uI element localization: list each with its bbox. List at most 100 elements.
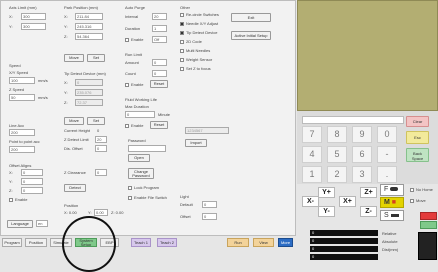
weight-sensor-checkbox[interactable] <box>180 58 184 62</box>
max-duration-input[interactable]: 0 <box>125 111 155 118</box>
camera-view[interactable] <box>297 0 438 111</box>
key-4[interactable]: 4 <box>302 146 322 163</box>
tip-set-button[interactable]: Set <box>87 117 105 125</box>
offset-z-input[interactable]: 0 <box>21 187 43 194</box>
alarm-button[interactable] <box>420 212 437 220</box>
password-label: Password <box>128 138 146 143</box>
no-home-label: No Home <box>416 187 433 192</box>
move-checkbox[interactable] <box>410 199 414 203</box>
run-limit-enable-checkbox[interactable] <box>125 83 129 87</box>
key-minus[interactable]: - <box>377 146 397 163</box>
park-y-input[interactable]: 245.316 <box>75 23 103 30</box>
language-button[interactable]: Language <box>7 220 33 228</box>
key-8[interactable]: 8 <box>327 126 347 143</box>
no-home-checkbox[interactable] <box>410 188 414 192</box>
tip-x-input[interactable]: 0 <box>75 79 103 86</box>
dist-offset-input[interactable]: 0 <box>95 145 107 152</box>
absolute-label: Absolute <box>382 239 398 244</box>
tab-teach-1[interactable]: Teach 1 <box>131 238 151 247</box>
key-7[interactable]: 7 <box>302 126 322 143</box>
key-1[interactable]: 1 <box>302 166 322 183</box>
xy-speed-input[interactable]: 100 <box>9 77 35 84</box>
park-y-label: Y: <box>64 24 68 29</box>
lock-program-checkbox[interactable] <box>128 186 132 190</box>
offset-y-input[interactable]: 0 <box>21 178 43 185</box>
minute-label: Minute <box>158 112 171 117</box>
sd-code-checkbox[interactable] <box>180 40 184 44</box>
emergency-stop-button[interactable] <box>418 232 437 260</box>
device-code-input[interactable]: 1234567 <box>185 127 229 134</box>
tab-program[interactable]: Program <box>2 238 22 247</box>
password-input[interactable] <box>128 145 166 152</box>
active-initial-setup-button[interactable]: Active Initial Setup <box>231 31 271 40</box>
tip-z-input[interactable]: 72.37 <box>75 99 103 106</box>
esc-button[interactable]: Esc <box>406 131 429 144</box>
speed-label: Speed <box>9 63 21 68</box>
key-dot[interactable]: . <box>377 166 397 183</box>
import-button[interactable]: Import <box>185 139 207 147</box>
key-3[interactable]: 3 <box>352 166 372 183</box>
park-z-input[interactable]: 54.364 <box>75 33 103 40</box>
tip-detect-checkbox[interactable] <box>180 31 184 35</box>
z-clearance-input[interactable]: 0 <box>95 169 107 176</box>
point-acc-input[interactable]: 200 <box>9 146 35 153</box>
key-2[interactable]: 2 <box>327 166 347 183</box>
amount-input[interactable]: 0 <box>152 59 167 66</box>
enable-file-switch-label: Enable File Switch <box>134 195 167 200</box>
back-space-button[interactable]: Back Space <box>406 148 429 162</box>
needle-xy-checkbox[interactable] <box>180 22 184 26</box>
axis-y-input[interactable]: 300 <box>21 23 46 30</box>
detect-button[interactable]: Detect <box>64 184 86 192</box>
count-input[interactable]: 0 <box>152 70 167 77</box>
key-9[interactable]: 9 <box>352 126 372 143</box>
view-button[interactable]: View <box>253 238 274 247</box>
change-password-button[interactable]: Change Password <box>128 168 154 179</box>
more-button[interactable]: More <box>278 238 293 247</box>
f-button[interactable]: F <box>380 184 404 196</box>
axis-x-input[interactable]: 300 <box>21 13 46 20</box>
light-offset-input[interactable]: 0 <box>202 213 217 220</box>
purge-enable-checkbox[interactable] <box>125 38 129 42</box>
s-button[interactable]: S <box>380 210 404 221</box>
key-6[interactable]: 6 <box>352 146 372 163</box>
z-detect-limit-input[interactable]: 20 <box>95 136 107 143</box>
light-default-input[interactable]: 0 <box>202 201 217 208</box>
z-plus-button[interactable]: Z+ <box>360 187 377 198</box>
exit-button[interactable]: Exit <box>231 13 271 22</box>
language-select[interactable]: en <box>36 220 48 227</box>
key-0[interactable]: 0 <box>377 126 397 143</box>
run-button[interactable]: Run <box>227 238 249 247</box>
tip-y-input[interactable]: 235.076 <box>75 89 103 96</box>
park-move-button[interactable]: Move <box>64 54 84 62</box>
tab-teach-2[interactable]: Teach 2 <box>157 238 177 247</box>
park-x-input[interactable]: 211.84 <box>75 13 103 20</box>
run-limit-reset-button[interactable]: Reset <box>150 80 168 88</box>
interval-input[interactable]: 20 <box>152 13 167 20</box>
park-set-button[interactable]: Set <box>87 54 105 62</box>
offset-enable-checkbox[interactable] <box>9 198 13 202</box>
z-minus-button[interactable]: Z- <box>360 206 377 217</box>
enable-file-switch-checkbox[interactable] <box>128 196 132 200</box>
home-button[interactable] <box>420 221 437 229</box>
offset-x-input[interactable]: 0 <box>21 169 43 176</box>
clear-button[interactable]: Clear <box>406 116 429 127</box>
m-button[interactable]: M ■ <box>380 197 404 208</box>
y-minus-button[interactable]: Y- <box>318 206 335 217</box>
open-button[interactable]: Open <box>128 154 150 162</box>
re-circle-checkbox[interactable] <box>180 13 184 17</box>
multi-needles-checkbox[interactable] <box>180 49 184 53</box>
y-plus-button[interactable]: Y+ <box>318 187 335 198</box>
x-plus-button[interactable]: X+ <box>339 196 356 207</box>
key-5[interactable]: 5 <box>327 146 347 163</box>
fluid-reset-button[interactable]: Reset <box>150 121 168 129</box>
line-acc-input[interactable]: 200 <box>9 129 35 136</box>
duration-input[interactable]: 1 <box>152 25 167 32</box>
x-minus-button[interactable]: X- <box>302 196 319 207</box>
fluid-enable-checkbox[interactable] <box>125 124 129 128</box>
set-z-focus-checkbox[interactable] <box>180 67 184 71</box>
purge-enable-state[interactable]: Off <box>152 36 167 43</box>
tip-move-button[interactable]: Move <box>64 117 84 125</box>
tab-position[interactable]: Position <box>25 238 47 247</box>
change-password-label: Change Password <box>132 169 150 178</box>
z-speed-input[interactable]: 50 <box>9 94 35 101</box>
